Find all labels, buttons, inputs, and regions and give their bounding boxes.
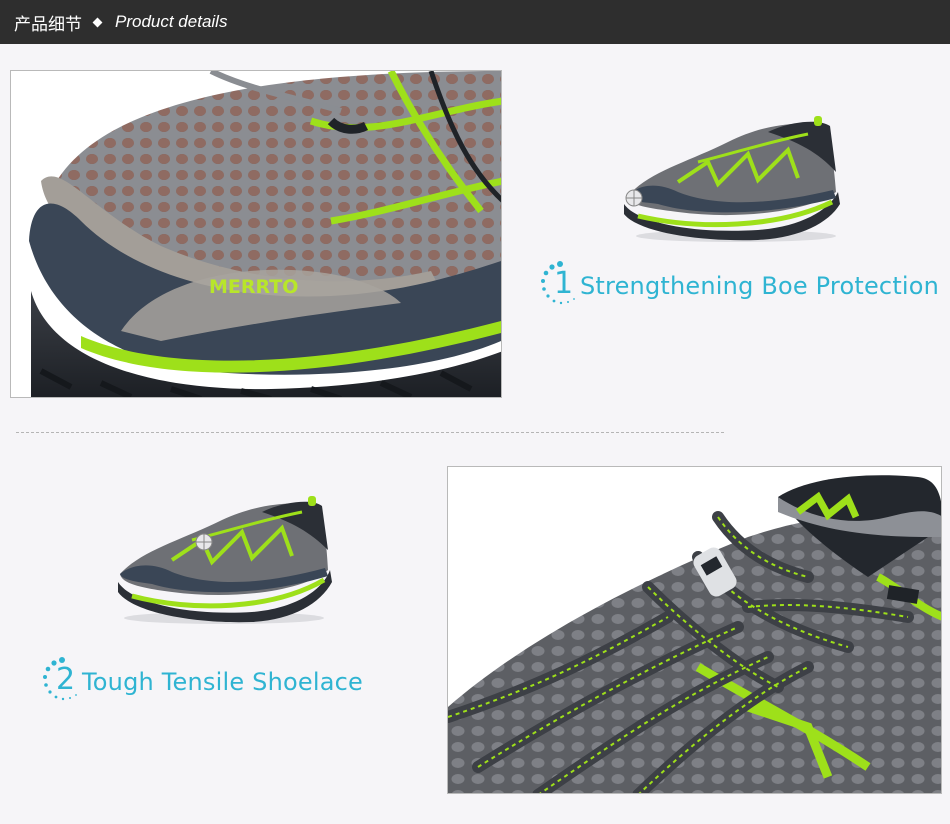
shoe-side-thumbnail [112, 494, 334, 626]
lace-closeup-illustration [448, 467, 941, 793]
section-divider [16, 432, 724, 433]
feature-label: Strengthening Boe Protection [580, 272, 940, 300]
lace-closeup-photo [447, 466, 942, 794]
shoe-side-thumbnail [618, 112, 844, 244]
page-header: 产品细节 Product details [0, 0, 950, 44]
merrto-logo-text: MERRTO [209, 276, 298, 298]
toe-closeup-photo: MERRTO [10, 70, 502, 398]
feature-number: 1 [554, 266, 574, 301]
feature-number: 2 [56, 662, 76, 697]
number-badge: 2 [42, 656, 82, 708]
toe-closeup-illustration: MERRTO [11, 71, 501, 397]
number-badge: 1 [540, 260, 580, 312]
shoe-side-illustration [624, 116, 840, 242]
diamond-bullet-icon [92, 17, 103, 27]
feature-item-shoelace: 2 Tough Tensile Shoelace [42, 656, 363, 708]
feature-label: Tough Tensile Shoelace [82, 668, 363, 696]
header-title-cn: 产品细节 [14, 14, 82, 35]
feature-item-protection: 1 Strengthening Boe Protection [540, 260, 939, 312]
shoe-side-illustration [118, 496, 332, 624]
header-title-en: Product details [115, 12, 228, 31]
